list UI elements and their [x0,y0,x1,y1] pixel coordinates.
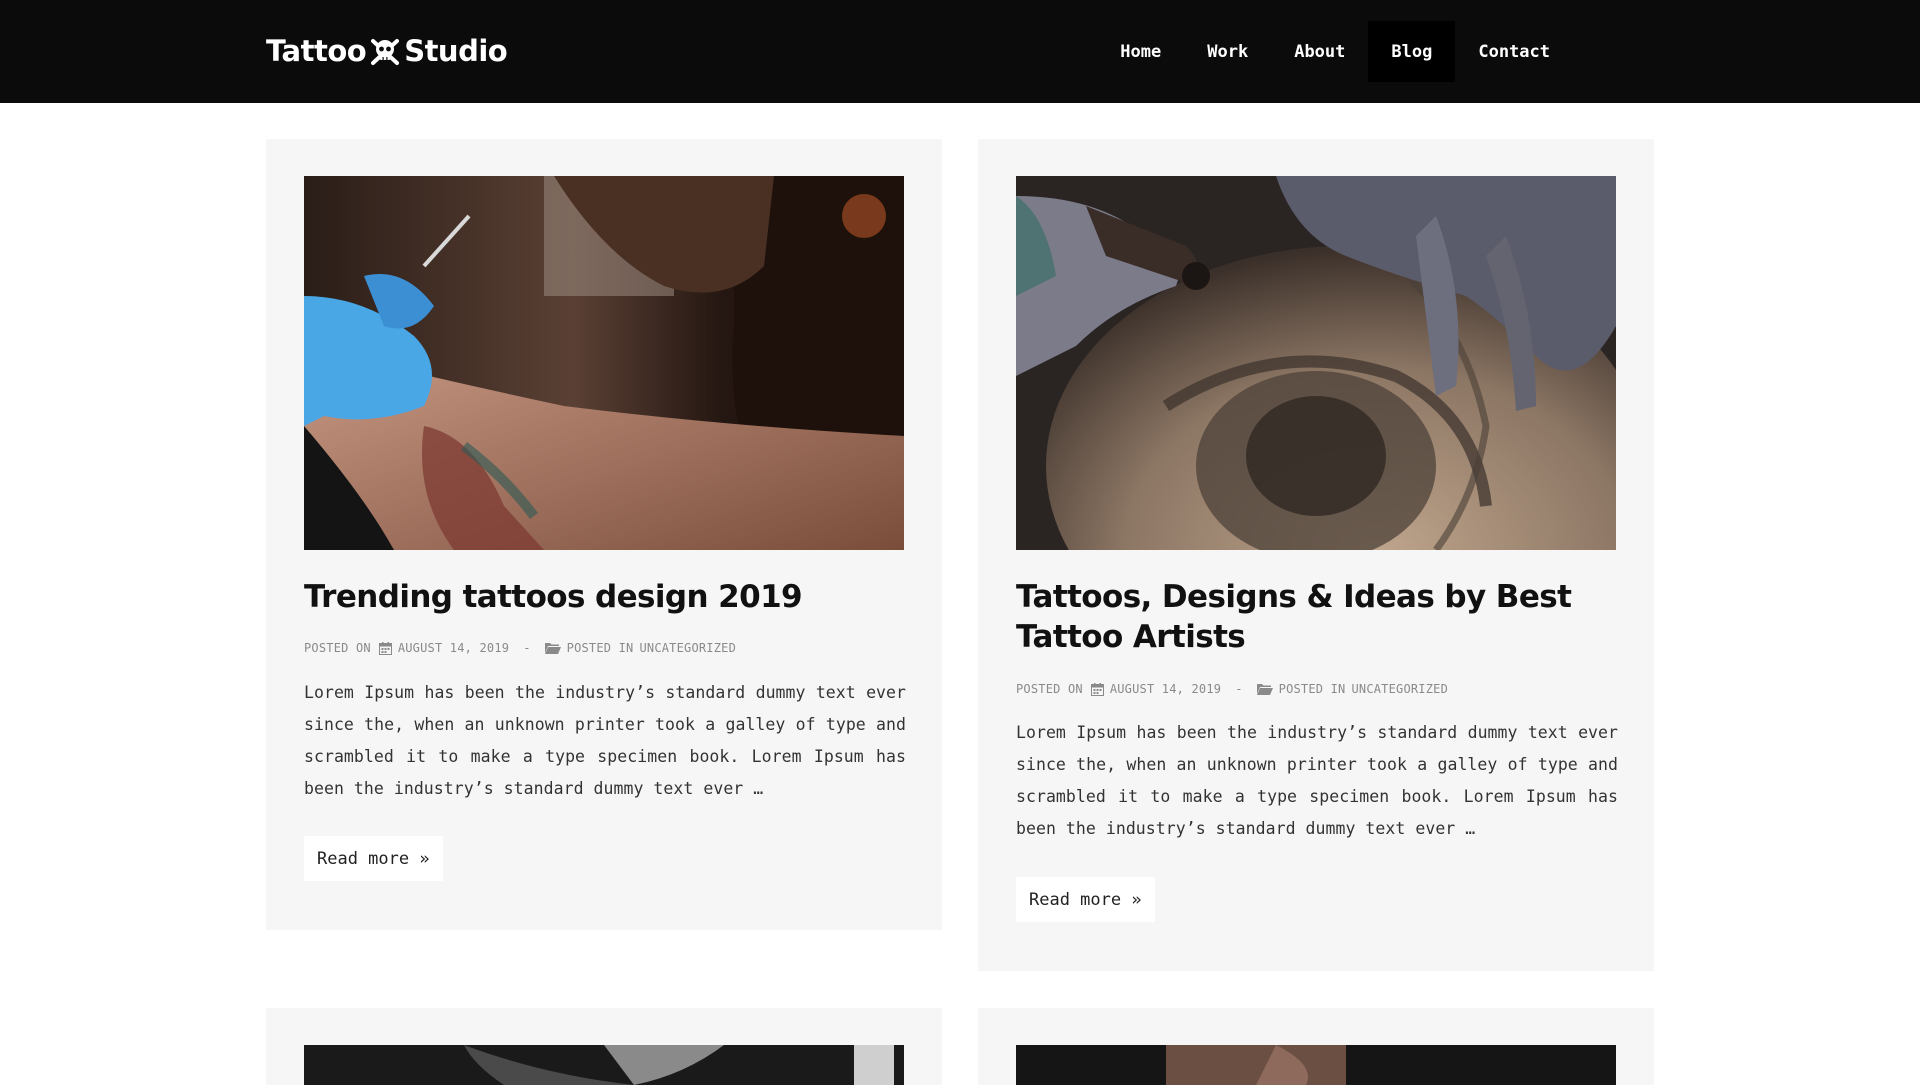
post-thumbnail[interactable] [304,176,904,550]
calendar-icon [1090,682,1104,696]
post-thumbnail[interactable] [304,1045,904,1085]
calendar-icon [378,641,392,655]
meta-separator: - [1235,682,1243,696]
logo-text-left: Tattoo [266,34,367,68]
nav-contact[interactable]: Contact [1455,21,1573,82]
post-thumbnail[interactable] [1016,1045,1616,1085]
post-photo [1016,1045,1616,1085]
posted-on-label: POSTED ON [304,641,371,655]
tattoo-session-photo [1016,176,1616,550]
post-date[interactable]: AUGUST 14, 2019 [1110,682,1221,696]
folder-icon [1256,684,1273,695]
post-card [266,1008,942,1085]
post-category[interactable]: UNCATEGORIZED [1351,682,1448,696]
site-logo[interactable]: Tattoo Studio [266,31,508,71]
folder-icon [544,643,561,654]
post-date[interactable]: AUGUST 14, 2019 [398,641,509,655]
post-card: Tattoos, Designs & Ideas by Best Tattoo … [978,139,1654,971]
post-excerpt: Lorem Ipsum has been the industry’s stan… [304,683,906,798]
post-category[interactable]: UNCATEGORIZED [639,641,736,655]
main-nav: Home Work About Blog Contact [1097,21,1573,82]
nav-blog[interactable]: Blog [1368,21,1456,82]
posted-in-label: POSTED IN [566,641,634,655]
site-header: Tattoo Studio Home Work About Blog Conta… [0,0,1920,103]
post-title[interactable]: Tattoos, Designs & Ideas by Best Tattoo … [1016,577,1616,657]
post-excerpt: Lorem Ipsum has been the industry’s stan… [1016,723,1618,838]
skull-crossbones-icon [371,39,400,65]
tattoo-artist-photo [304,176,904,550]
nav-home[interactable]: Home [1097,21,1184,82]
read-more-button[interactable]: Read more » [304,836,443,881]
post-thumbnail[interactable] [1016,176,1616,550]
post-meta: POSTED ON AUGUST 14, 2019 - POSTED IN UN… [1016,682,1448,696]
nav-about[interactable]: About [1271,21,1368,82]
read-more-button[interactable]: Read more » [1016,877,1155,922]
post-meta: POSTED ON AUGUST 14, 2019 - POSTED IN UN… [304,641,736,655]
meta-separator: - [523,641,531,655]
post-card [978,1008,1654,1085]
nav-work[interactable]: Work [1184,21,1271,82]
logo-text-right: Studio [404,34,508,68]
post-card: Trending tattoos design 2019 POSTED ON A… [266,139,942,930]
posted-on-label: POSTED ON [1016,682,1083,696]
post-photo [304,1045,904,1085]
post-title[interactable]: Trending tattoos design 2019 [304,577,904,617]
posted-in-label: POSTED IN [1278,682,1346,696]
